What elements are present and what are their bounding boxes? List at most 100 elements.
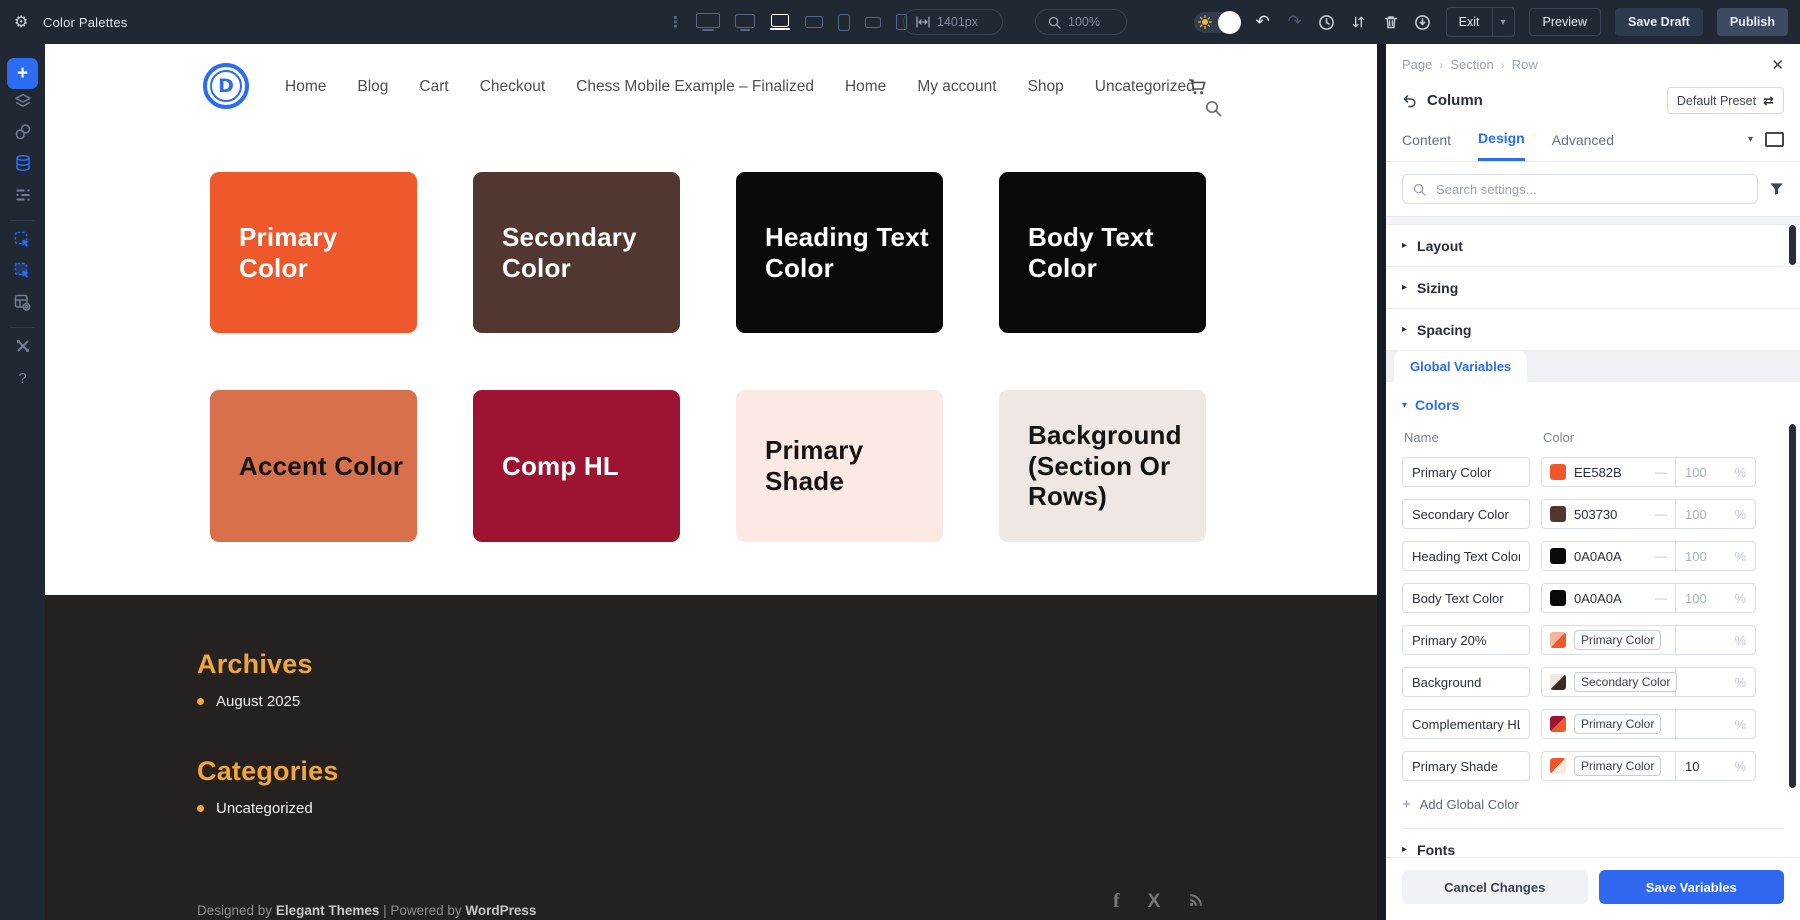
elegant-themes-link[interactable]: Elegant Themes	[276, 903, 380, 918]
select-module-filled-icon[interactable]	[0, 261, 45, 280]
color-swatch[interactable]: Secondary Color	[473, 172, 680, 333]
settings-gear-icon[interactable]: ⚙	[14, 0, 28, 44]
breadcrumb-page[interactable]: Page	[1402, 57, 1432, 72]
publish-button[interactable]: Publish	[1717, 8, 1788, 36]
responsive-view-icon[interactable]	[1765, 132, 1784, 147]
site-search-icon[interactable]	[1205, 100, 1222, 122]
category-link[interactable]: Uncategorized	[216, 800, 313, 817]
history-icon[interactable]	[1318, 0, 1336, 44]
color-name-input[interactable]	[1402, 625, 1530, 655]
tab-content[interactable]: Content	[1402, 132, 1451, 160]
x-twitter-icon[interactable]: X	[1148, 891, 1161, 913]
opacity-cell[interactable]: 100 %	[1676, 591, 1755, 606]
color-value-cell[interactable]: 0A0A0A —	[1542, 542, 1676, 570]
archive-link[interactable]: August 2025	[216, 693, 300, 710]
design-presets-icon[interactable]	[0, 123, 45, 141]
opacity-value[interactable]: 100	[1685, 549, 1734, 564]
color-name-input[interactable]	[1402, 499, 1530, 529]
default-preset-button[interactable]: Default Preset⇄	[1667, 87, 1784, 114]
breadcrumb-row[interactable]: Row	[1512, 57, 1538, 72]
opacity-cell[interactable]: 100 %	[1676, 465, 1755, 480]
theme-toggle[interactable]	[1194, 12, 1240, 33]
linked-variable-chip[interactable]: Primary Color	[1574, 630, 1661, 650]
opacity-cell[interactable]: %	[1676, 633, 1755, 648]
color-value-cell[interactable]: EE582B —	[1542, 458, 1676, 486]
nav-link[interactable]: Chess Mobile Example – Finalized	[576, 78, 814, 96]
color-name-input[interactable]	[1402, 583, 1530, 613]
cancel-changes-button[interactable]: Cancel Changes	[1402, 870, 1588, 904]
color-swatch-chip[interactable]	[1550, 548, 1566, 564]
nav-link[interactable]: Blog	[357, 78, 388, 96]
rss-icon[interactable]	[1188, 890, 1206, 913]
wireframe-view-icon[interactable]	[0, 186, 45, 204]
nav-link[interactable]: Checkout	[480, 78, 545, 96]
color-name-input[interactable]	[1402, 751, 1530, 781]
device-phone-landscape-icon[interactable]	[865, 17, 881, 28]
help-icon[interactable]: ?	[0, 370, 45, 387]
exit-dropdown-caret[interactable]: ▾	[1492, 8, 1514, 36]
linked-variable-chip[interactable]: Primary Color	[1574, 714, 1661, 734]
add-global-color-button[interactable]: + Add Global Color	[1402, 796, 1784, 813]
redo-icon[interactable]: ↷	[1286, 0, 1304, 44]
device-desktop-large-icon[interactable]	[696, 13, 720, 31]
device-desktop-icon[interactable]	[735, 14, 755, 31]
site-logo[interactable]: D	[203, 63, 249, 109]
tabs-caret-icon[interactable]: ▾	[1748, 134, 1753, 145]
settings-search-input[interactable]	[1434, 181, 1747, 198]
linked-variable-chip[interactable]: Primary Color	[1574, 756, 1661, 776]
colors-section-header[interactable]: ▾ Colors	[1402, 397, 1784, 413]
color-swatch-chip[interactable]	[1550, 590, 1566, 606]
color-value-cell[interactable]: Secondary Color —	[1542, 668, 1676, 696]
linked-variable-chip[interactable]: Secondary Color	[1574, 672, 1677, 692]
device-tablet-portrait-icon[interactable]	[838, 14, 850, 31]
opacity-cell[interactable]: %	[1676, 717, 1755, 732]
nav-link[interactable]: Shop	[1028, 78, 1064, 96]
opacity-cell[interactable]: 100 %	[1676, 549, 1755, 564]
trash-icon[interactable]	[1382, 0, 1400, 44]
color-swatch-chip[interactable]	[1550, 716, 1566, 732]
nav-link[interactable]: Home	[845, 78, 886, 96]
opacity-value[interactable]: 10	[1685, 759, 1734, 774]
color-swatch[interactable]: Accent Color	[210, 390, 417, 542]
canvas-width-input[interactable]	[937, 15, 985, 29]
color-swatch[interactable]: Heading Text Color	[736, 172, 943, 333]
color-swatch-chip[interactable]	[1550, 506, 1566, 522]
nav-link[interactable]: Uncategorized	[1095, 78, 1195, 96]
color-name-input[interactable]	[1402, 709, 1530, 739]
color-swatch-chip[interactable]	[1550, 632, 1566, 648]
nav-link[interactable]: Cart	[419, 78, 448, 96]
color-swatch-chip[interactable]	[1550, 674, 1566, 690]
exit-button[interactable]: Exit	[1447, 8, 1492, 36]
opacity-value[interactable]: 100	[1685, 465, 1734, 480]
color-name-input[interactable]	[1402, 541, 1530, 571]
facebook-icon[interactable]: f	[1113, 890, 1120, 913]
preview-button[interactable]: Preview	[1529, 8, 1601, 36]
opacity-cell[interactable]: %	[1676, 675, 1755, 690]
variables-scrollbar-thumb[interactable]	[1789, 424, 1796, 788]
color-name-input[interactable]	[1402, 457, 1530, 487]
opacity-cell[interactable]: 100 %	[1676, 507, 1755, 522]
save-draft-button[interactable]: Save Draft	[1615, 8, 1703, 36]
settings-scrollbar-thumb[interactable]	[1789, 225, 1796, 265]
portability-icon[interactable]	[1414, 0, 1432, 44]
color-swatch-chip[interactable]	[1550, 464, 1566, 480]
widget-settings-icon[interactable]	[0, 293, 45, 312]
color-value-cell[interactable]: Primary Color —	[1542, 710, 1676, 738]
color-value-cell[interactable]: 0A0A0A —	[1542, 584, 1676, 612]
device-tablet-landscape-icon[interactable]	[805, 16, 823, 28]
back-arrow-icon[interactable]	[1402, 94, 1417, 108]
color-swatch[interactable]: Background (Section Or Rows)	[999, 390, 1206, 542]
color-swatch[interactable]: Primary Shade	[736, 390, 943, 542]
undo-icon[interactable]: ↶	[1254, 0, 1272, 44]
select-module-icon[interactable]	[0, 230, 45, 249]
breadcrumb-section[interactable]: Section	[1450, 57, 1493, 72]
color-value-cell[interactable]: Primary Color —	[1542, 626, 1676, 654]
color-swatch[interactable]: Primary Color	[210, 172, 417, 333]
opacity-cell[interactable]: 10 %	[1676, 759, 1755, 774]
color-swatch[interactable]: Comp HL	[473, 390, 680, 542]
opacity-value[interactable]: 100	[1685, 507, 1734, 522]
color-name-input[interactable]	[1402, 667, 1530, 697]
color-value-cell[interactable]: Primary Color —	[1542, 752, 1676, 780]
accordion-row[interactable]: ▸ Sizing	[1386, 267, 1800, 309]
save-variables-button[interactable]: Save Variables	[1599, 870, 1785, 904]
